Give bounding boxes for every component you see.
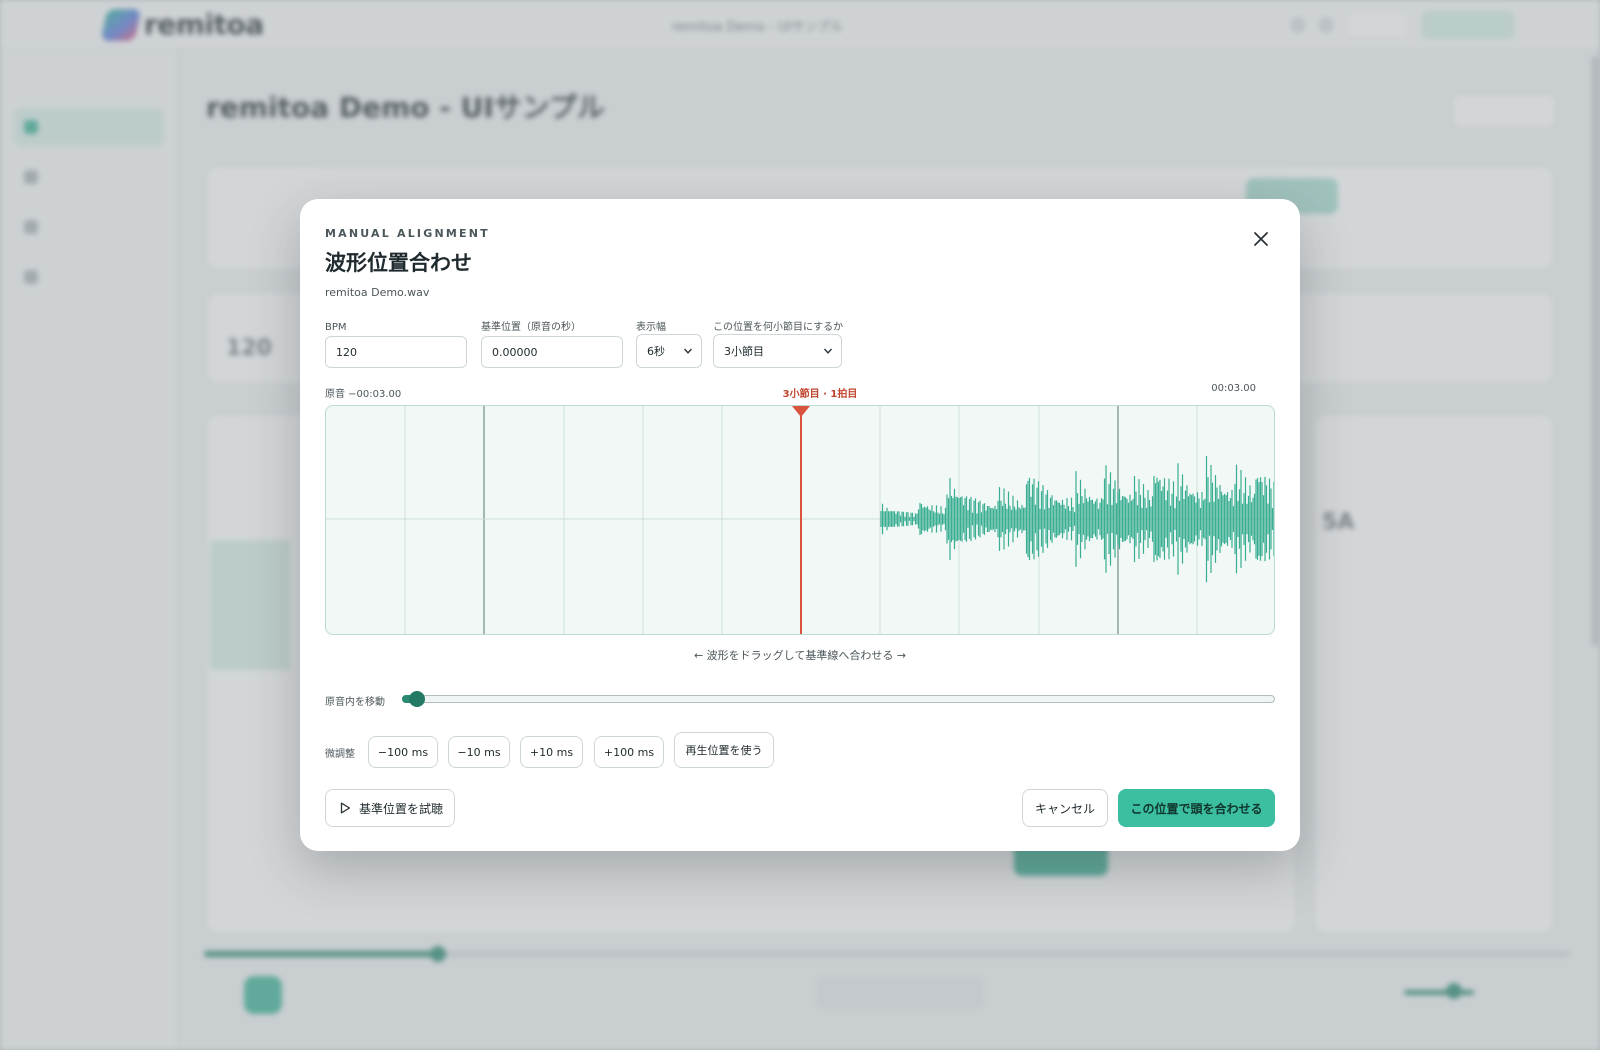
- display-width-label: 表示幅: [636, 322, 666, 333]
- waveform-start-time: 原音 −00:03.00: [325, 389, 402, 400]
- alignment-dialog: MANUAL ALIGNMENT 波形位置合わせ remitoa Demo.wa…: [300, 199, 1300, 851]
- use-playhead-button[interactable]: 再生位置を使う: [674, 732, 774, 768]
- chevron-down-icon: [823, 348, 833, 354]
- fine-adjust-label: 微調整: [325, 749, 355, 760]
- move-label: 原音内を移動: [325, 697, 385, 708]
- plus-10ms-button[interactable]: +10 ms: [520, 736, 583, 768]
- apply-alignment-button[interactable]: この位置で頭を合わせる: [1118, 789, 1275, 827]
- preview-button-label: 基準位置を試聴: [359, 801, 444, 816]
- waveform-marker-label: 3小節目 · 1拍目: [782, 389, 858, 400]
- close-icon[interactable]: [1252, 230, 1270, 248]
- audio-waveform: [880, 455, 1274, 583]
- preview-button[interactable]: 基準位置を試聴: [325, 789, 455, 827]
- dialog-eyebrow: MANUAL ALIGNMENT: [325, 227, 490, 240]
- bar-number-select[interactable]: 3小節目: [713, 334, 842, 368]
- dialog-title: 波形位置合わせ: [325, 251, 472, 275]
- bar-number-value: 3小節目: [724, 345, 764, 358]
- plus-100ms-button[interactable]: +100 ms: [594, 736, 664, 768]
- minus-10ms-button[interactable]: −10 ms: [448, 736, 510, 768]
- display-width-select[interactable]: 6秒: [636, 334, 702, 368]
- bpm-label: BPM: [325, 322, 347, 333]
- move-slider[interactable]: [402, 695, 1275, 703]
- cancel-button[interactable]: キャンセル: [1022, 789, 1108, 827]
- waveform-canvas[interactable]: [325, 405, 1275, 635]
- dialog-filename: remitoa Demo.wav: [325, 286, 430, 299]
- drag-hint: ← 波形をドラッグして基準線へ合わせる →: [693, 649, 907, 662]
- bpm-input[interactable]: [325, 336, 467, 368]
- base-position-input[interactable]: [481, 336, 623, 368]
- play-icon: [340, 802, 351, 814]
- waveform-end-time: 00:03.00: [1211, 383, 1256, 394]
- move-slider-knob[interactable]: [408, 691, 425, 707]
- chevron-down-icon: [683, 348, 693, 354]
- bar-number-label: この位置を何小節目にするか: [713, 322, 844, 333]
- alignment-marker-head: [792, 406, 810, 417]
- minus-100ms-button[interactable]: −100 ms: [368, 736, 438, 768]
- display-width-value: 6秒: [647, 345, 665, 358]
- base-position-label: 基準位置（原音の秒）: [481, 322, 581, 333]
- waveform-svg: [326, 406, 1274, 634]
